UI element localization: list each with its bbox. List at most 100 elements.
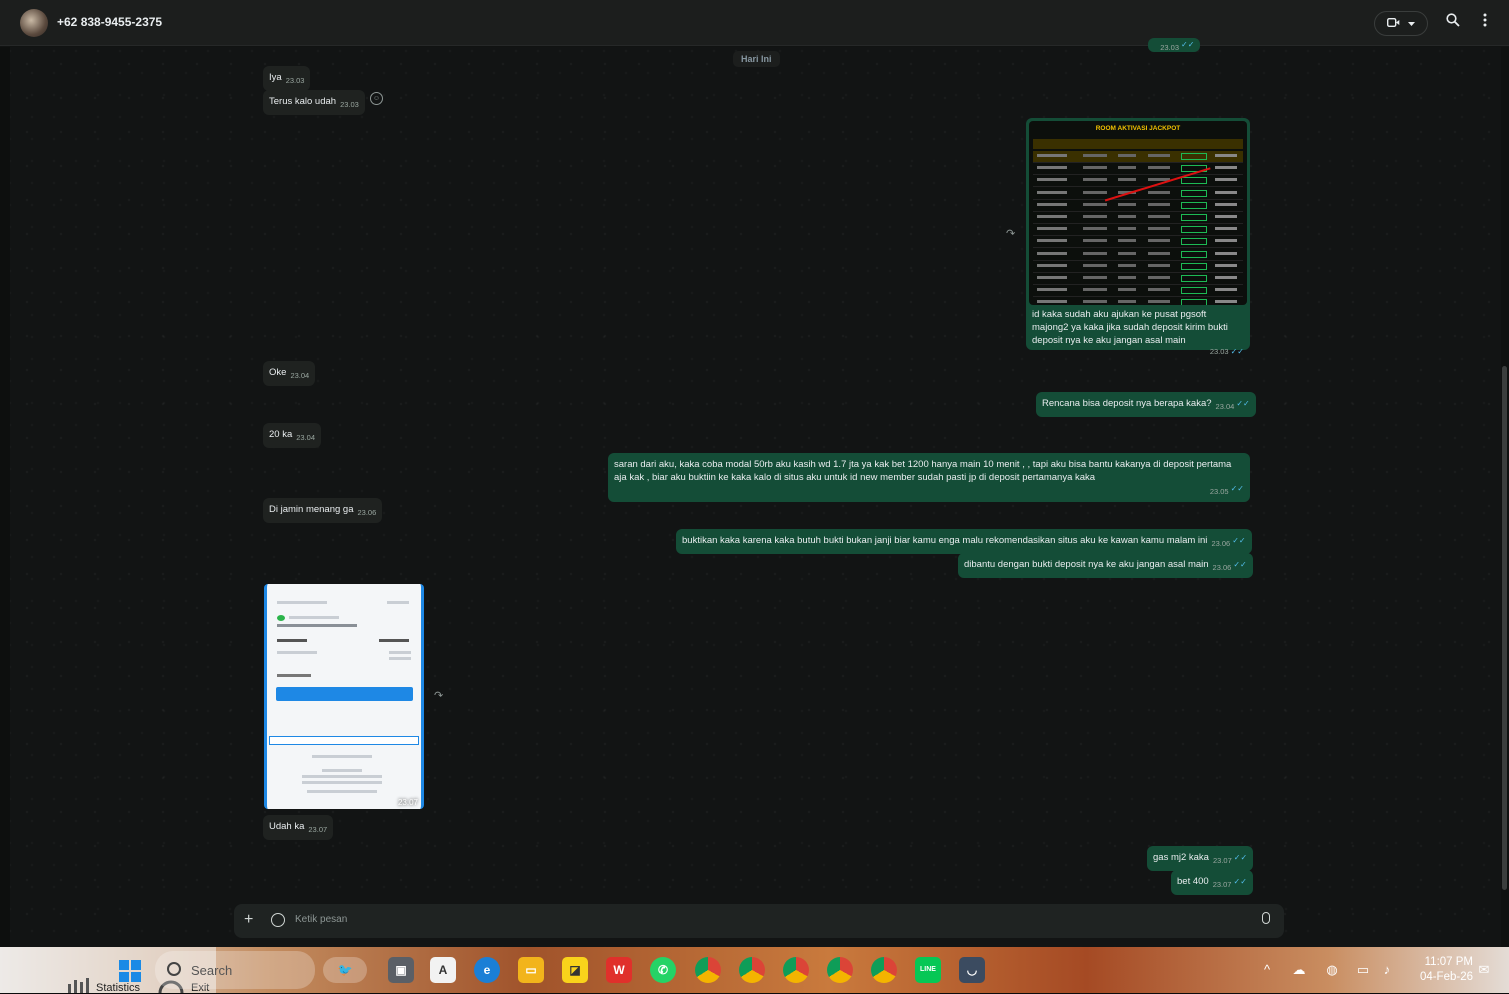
message-bubble-incoming[interactable]: 20 ka 23.04 (263, 423, 322, 448)
tray-chevron-up-icon[interactable]: ^ (1257, 957, 1277, 983)
more-vertical-icon[interactable] (1475, 13, 1495, 33)
message-text: 20 ka (269, 429, 293, 440)
message-time: 23.07 (397, 798, 418, 807)
read-ticks-icon: ✓✓ (1233, 877, 1247, 886)
message-time: 23.05 (1209, 487, 1229, 496)
chrome-profile-icon[interactable] (871, 957, 897, 983)
chat-header: +62 838-9455-2375 (0, 0, 1509, 46)
image-table-row (1033, 297, 1243, 305)
message-bubble-outgoing[interactable]: saran dari aku, kaka coba modal 50rb aku… (608, 453, 1250, 502)
message-text: Terus kalo udah (269, 96, 337, 107)
search-icon (167, 962, 181, 976)
message-input[interactable]: Ketik pesan (295, 914, 347, 925)
image-title: ROOM AKTIVASI JACKPOT (1095, 125, 1181, 132)
display-icon[interactable]: ▭ (1352, 957, 1374, 983)
read-ticks-icon: ✓✓ (1232, 536, 1246, 545)
message-text: Rencana bisa deposit nya berapa kaka? (1042, 398, 1212, 409)
read-ticks-icon: ✓✓ (1230, 347, 1244, 356)
image-table-row (1033, 175, 1243, 188)
statistics-label[interactable]: Statistics (96, 982, 140, 994)
app-icon[interactable]: ◡ (959, 957, 985, 983)
search-label: Search (191, 963, 233, 978)
cloud-sync-icon[interactable]: ☁ (1288, 957, 1310, 983)
task-view-icon[interactable]: ▣ (388, 957, 414, 983)
message-bubble-outgoing[interactable]: Rencana bisa deposit nya berapa kaka? 23.… (1036, 392, 1256, 417)
message-time: 23.04 (296, 433, 316, 442)
contact-avatar[interactable] (20, 9, 48, 37)
video-call-button[interactable] (1374, 11, 1428, 36)
wps-office-icon[interactable]: W (606, 957, 632, 983)
line-app-icon[interactable]: LINE (915, 957, 941, 983)
message-text: dibantu dengan bukti deposit nya ke aku … (964, 559, 1209, 570)
message-bubble-incoming[interactable]: Udah ka 23.07 (263, 815, 334, 840)
message-bubble-partial[interactable]: 23.03 ✓✓ (1148, 38, 1201, 52)
image-table-row (1033, 273, 1243, 285)
volume-icon[interactable]: ♪ (1376, 957, 1398, 983)
text-editor-icon[interactable]: A (430, 957, 456, 983)
taskbar-search[interactable]: Search (155, 951, 315, 989)
image-caption: id kaka sudah aku ajukan ke pusat pgsoft… (1032, 309, 1228, 346)
image-table-row (1033, 261, 1243, 273)
read-ticks-icon: ✓✓ (1233, 853, 1248, 862)
message-bubble-incoming[interactable]: Di jamin menang ga 23.06 (263, 498, 383, 523)
message-time: 23.06 (1212, 563, 1232, 572)
message-text: buktikan kaka karena kaka butuh bukti bu… (682, 535, 1208, 546)
file-explorer-icon[interactable]: ▭ (518, 957, 544, 983)
forward-icon[interactable]: ↷ (434, 689, 443, 702)
chrome-profile-icon[interactable] (739, 957, 765, 983)
image-table-row (1033, 163, 1243, 176)
whatsapp-window: +62 838-9455-2375 Hari Ini 23.03 ✓✓ Iya 23… (0, 0, 1509, 947)
microphone-icon[interactable] (1262, 912, 1270, 924)
message-text: Iya (269, 72, 282, 83)
chrome-icon[interactable] (695, 957, 721, 983)
message-text: Oke (269, 367, 287, 378)
message-bubble-outgoing[interactable]: gas mj2 kaka 23.07 ✓✓ (1147, 846, 1254, 871)
contact-name[interactable]: +62 838-9455-2375 (57, 15, 162, 29)
image-table-header (1033, 139, 1243, 149)
sticker-icon[interactable] (271, 913, 285, 927)
image-table-row (1033, 236, 1243, 249)
scrollbar-thumb[interactable] (1502, 366, 1507, 890)
image-table-row (1033, 200, 1243, 212)
image-table-row (1033, 212, 1243, 224)
chrome-profile-icon[interactable] (827, 957, 853, 983)
receipt-image-incoming[interactable]: 23.07 (264, 584, 424, 809)
message-bubble-incoming[interactable]: Oke 23.04 (263, 361, 316, 386)
react-emoji-icon[interactable]: ☺ (370, 92, 383, 105)
plus-icon[interactable]: + (244, 912, 253, 928)
notification-icon[interactable]: ✉ (1474, 957, 1494, 983)
chrome-profile-icon[interactable] (783, 957, 809, 983)
read-ticks-icon: ✓✓ (1230, 484, 1244, 493)
edge-browser-icon[interactable]: e (474, 957, 500, 983)
jackpot-table-image[interactable]: ROOM AKTIVASI JACKPOT (1029, 121, 1247, 305)
left-panel-edge (0, 47, 10, 947)
message-bubble-incoming[interactable]: Terus kalo udah 23.03 (263, 90, 365, 115)
message-time: 23.07 (1212, 880, 1232, 889)
chevron-down-icon (1408, 18, 1415, 30)
windows-start-icon[interactable] (119, 960, 141, 982)
video-call-icon (1386, 17, 1400, 30)
message-time: 23.03 ✓✓ (1209, 347, 1244, 356)
message-bubble-outgoing[interactable]: bet 400 23.07 ✓✓ (1171, 870, 1253, 895)
image-table-row (1033, 285, 1243, 298)
bird-widget-icon[interactable]: 🐦 (323, 957, 367, 983)
clock-date: 04-Feb-26 (1419, 971, 1473, 983)
message-text: Udah ka (269, 821, 305, 832)
image-table-row (1033, 224, 1243, 237)
network-icon[interactable]: ◍ (1321, 957, 1343, 983)
read-ticks-icon: ✓✓ (1236, 399, 1250, 408)
clock-time: 11:07 PM (1424, 956, 1473, 968)
message-time: 23.03 (285, 76, 305, 85)
message-bubble-outgoing[interactable]: buktikan kaka karena kaka butuh bukti bu… (676, 529, 1252, 554)
message-bubble-outgoing[interactable]: dibantu dengan bukti deposit nya ke aku … (958, 553, 1253, 578)
image-message-outgoing[interactable]: ROOM AKTIVASI JACKPOT id kaka sudah aku … (1026, 118, 1250, 356)
message-time: 23.04 (1215, 402, 1235, 411)
day-divider: Hari Ini (733, 51, 780, 67)
whatsapp-icon[interactable]: ✆ (650, 957, 676, 983)
taskbar-clock[interactable]: 11:07 PM 04-Feb-26 (1403, 955, 1473, 985)
receipt-blue-button (276, 687, 413, 701)
sticky-notes-icon[interactable]: ◪ (562, 957, 588, 983)
message-bubble-incoming[interactable]: Iya 23.03 (263, 66, 311, 91)
search-icon[interactable] (1443, 13, 1463, 33)
forward-icon[interactable]: ↷ (1006, 227, 1015, 240)
